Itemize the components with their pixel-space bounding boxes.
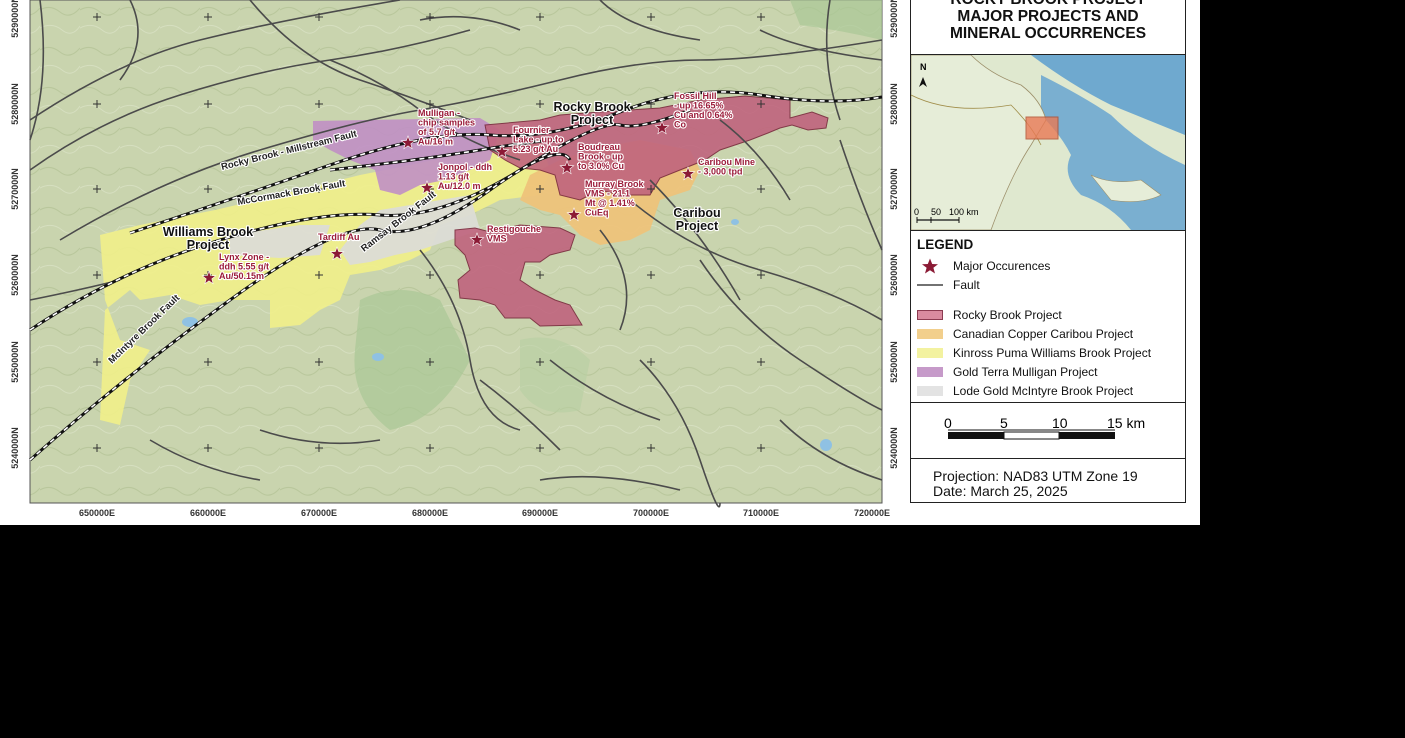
inset-study-area xyxy=(1025,116,1059,140)
occurrence-label: Au/16 m xyxy=(418,137,453,147)
fault-line-icon xyxy=(917,283,943,286)
occurrence-label: VMS - 21.1 xyxy=(585,189,630,199)
occurrence-label: Murray Brook xyxy=(585,179,645,189)
easting-tick-label: 680000E xyxy=(412,508,448,518)
easting-tick-label: 690000E xyxy=(522,508,558,518)
occurrence-label: Fossil Hill xyxy=(674,91,717,101)
svg-text:Project: Project xyxy=(676,219,719,233)
svg-text:0: 0 xyxy=(944,415,952,431)
northing-tick-label: 5260000N xyxy=(10,254,20,296)
scale-bar-svg: 0 5 10 15 km xyxy=(944,415,1145,440)
legend-item-rocky-brook: Rocky Brook Project xyxy=(917,305,1179,324)
easting-tick-label: 670000E xyxy=(301,508,337,518)
legend-item-williams-brook: Kinross Puma Williams Brook Project xyxy=(917,343,1179,362)
map-figure: 650000E 660000E 670000E 680000E 690000E 70000… xyxy=(0,0,1200,525)
svg-text:0: 0 xyxy=(914,207,919,217)
occurrence-label: Lynx Zone - xyxy=(219,252,269,262)
occurrence-label: ddh 5.55 g/t xyxy=(219,262,269,272)
occurrence-label: Restigouche xyxy=(487,224,541,234)
easting-tick-label: 650000E xyxy=(79,508,115,518)
legend-item-occurrences: Major Occurences xyxy=(917,256,1179,275)
svg-text:100 km: 100 km xyxy=(949,207,979,217)
northing-tick-label: 5260000N xyxy=(889,254,899,296)
occurrence-label: to 3.0% Cu xyxy=(578,161,624,171)
occurrence-label: Jonpol - ddh xyxy=(438,162,492,172)
svg-text:Williams Brook: Williams Brook xyxy=(163,225,253,239)
lake xyxy=(820,439,832,451)
occurrence-label: VMS xyxy=(487,234,507,244)
easting-tick-label: 700000E xyxy=(633,508,669,518)
occurrence-label: chip samples xyxy=(418,118,475,128)
svg-text:5: 5 xyxy=(1000,415,1008,431)
easting-ticks: 650000E 660000E 670000E 680000E 690000E 70000… xyxy=(79,508,890,518)
occurrence-label: Mt @ 1.41% xyxy=(585,198,635,208)
projection-info: Projection: NAD83 UTM Zone 19 Date: Marc… xyxy=(933,468,1138,499)
project-label-caribou: Caribou Project xyxy=(672,205,721,234)
svg-text:15 km: 15 km xyxy=(1107,415,1145,431)
location-inset-map: N 0 50 100 km xyxy=(911,55,1185,231)
title-line: MINERAL OCCURRENCES xyxy=(949,25,1147,42)
inset-svg: N 0 50 100 km xyxy=(911,55,1185,230)
northing-tick-label: 5280000N xyxy=(10,83,20,125)
northing-tick-label: 5250000N xyxy=(889,341,899,383)
lake xyxy=(372,353,384,361)
northing-tick-label: 5280000N xyxy=(889,83,899,125)
star-icon xyxy=(922,258,938,273)
legend-title: LEGEND xyxy=(917,237,974,252)
occurrence-label: Tardiff Au xyxy=(318,232,360,242)
easting-tick-label: 660000E xyxy=(190,508,226,518)
northing-tick-label: 5290000N xyxy=(889,0,899,38)
legend-item-fault: Fault xyxy=(917,275,1179,294)
occurrence-label: Au/12.0 m xyxy=(438,181,481,191)
easting-tick-label: 720000E xyxy=(854,508,890,518)
title-line: MAJOR PROJECTS AND xyxy=(957,8,1139,25)
occurrence-label: Boudreau xyxy=(578,142,620,152)
occurrence-label: Au/50.15m xyxy=(219,271,264,281)
title-line: ROCKY BROOK PROJECT xyxy=(911,0,1185,8)
easting-tick-label: 710000E xyxy=(743,508,779,518)
occurrence-label: 1.13 g/t xyxy=(438,172,469,182)
occurrence-label: CuEq xyxy=(585,208,609,218)
side-panel: ROCKY BROOK PROJECT MAJOR PROJECTS AND M… xyxy=(910,0,1186,503)
svg-text:10: 10 xyxy=(1052,415,1068,431)
occurrence-label: Caribou Mine xyxy=(698,157,755,167)
northing-tick-label: 5240000N xyxy=(889,427,899,469)
northing-tick-label: 5240000N xyxy=(10,427,20,469)
northing-ticks-left: 5290000N 5280000N 5270000N 5260000N 5250000N… xyxy=(10,0,20,469)
occurrence-label: Lake - up to xyxy=(513,135,564,145)
occurrence-label: Brook - up xyxy=(578,152,623,162)
legend-item-mulligan: Gold Terra Mulligan Project xyxy=(917,362,1179,381)
occurrence-label: Co xyxy=(674,120,686,130)
svg-text:Rocky Brook: Rocky Brook xyxy=(553,100,630,114)
svg-text:50: 50 xyxy=(931,207,941,217)
northing-tick-label: 5290000N xyxy=(10,0,20,38)
svg-text:Caribou: Caribou xyxy=(673,206,720,220)
northing-ticks-right: 5290000N 5280000N 5270000N 5260000N 5250000N… xyxy=(889,0,899,469)
legend-item-mcintyre: Lode Gold McIntyre Brook Project xyxy=(917,381,1179,400)
lake xyxy=(731,219,739,225)
map-title: ROCKY BROOK PROJECT MAJOR PROJECTS AND M… xyxy=(911,0,1185,55)
northing-tick-label: 5270000N xyxy=(10,168,20,210)
occurrence-label: of 5.7 g/t xyxy=(418,127,455,137)
occurrence-label: Mulligan - xyxy=(418,108,460,118)
occurrence-label: Fournier xyxy=(513,125,550,135)
svg-text:N: N xyxy=(920,62,927,72)
occurrence-label: Cu and 0.64% xyxy=(674,110,733,120)
legend-item-caribou: Canadian Copper Caribou Project xyxy=(917,324,1179,343)
occurrence-label: - 3,000 tpd xyxy=(698,167,743,177)
northing-tick-label: 5270000N xyxy=(889,168,899,210)
occurrence-label: 5.23 g/t Au xyxy=(513,144,558,154)
legend: LEGEND Major Occurences Fault Rocky Broo… xyxy=(911,231,1185,403)
northing-tick-label: 5250000N xyxy=(10,341,20,383)
svg-text:Project: Project xyxy=(571,113,614,127)
occurrence-label: - up 16.65% xyxy=(674,101,724,111)
scale-bar: 0 5 10 15 km xyxy=(911,403,1185,459)
svg-text:Project: Project xyxy=(187,238,230,252)
